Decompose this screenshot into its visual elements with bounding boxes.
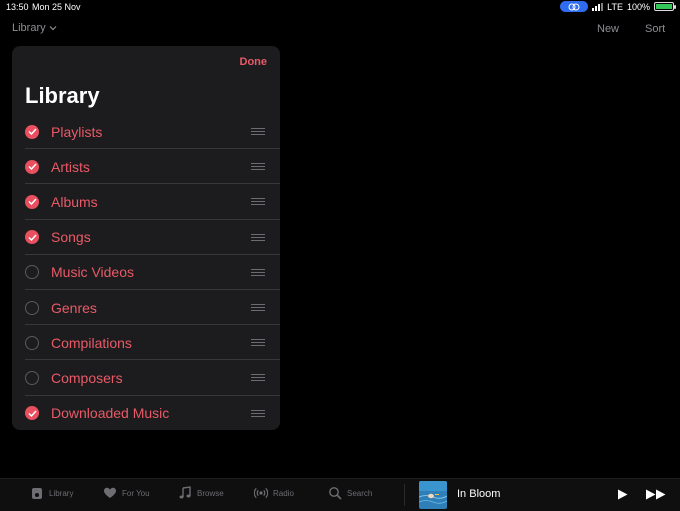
list-item-label: Downloaded Music [51, 405, 170, 422]
sort-button[interactable]: Sort [645, 23, 665, 35]
list-item-label: Compilations [51, 334, 132, 351]
chevron-down-icon [49, 26, 57, 31]
empty-circle-icon[interactable] [25, 335, 39, 350]
status-right: LTE 100% [560, 1, 676, 12]
battery-fill [656, 4, 672, 9]
status-time: 13:50 [6, 2, 29, 12]
signal-icon [592, 2, 604, 11]
library-dropdown-button[interactable]: Library [12, 22, 57, 34]
list-item-label: Music Videos [51, 264, 135, 281]
checkmark-circle-icon[interactable] [25, 194, 39, 209]
library-edit-popover: Done Library Playlists Artists Albums Songs… [12, 46, 280, 430]
list-item[interactable]: Music Videos [25, 255, 280, 290]
list-item-label: Playlists [51, 123, 103, 140]
list-item[interactable]: Artists [25, 149, 280, 185]
fast-forward-icon[interactable] [645, 489, 667, 500]
play-icon[interactable] [617, 489, 628, 500]
list-item[interactable]: Songs [25, 220, 280, 255]
reorder-handle-icon[interactable] [251, 304, 265, 312]
screen-mirroring-icon [560, 1, 589, 12]
status-date: Mon 25 Nov [32, 2, 81, 12]
done-button[interactable]: Done [240, 56, 268, 68]
tab-search-label: Search [347, 488, 373, 498]
list-item-label: Genres [51, 299, 97, 316]
list-item[interactable]: Playlists [25, 114, 280, 150]
reorder-handle-icon[interactable] [251, 198, 265, 206]
album-artwork[interactable] [419, 481, 447, 509]
empty-circle-icon[interactable] [25, 370, 39, 385]
tab-browse-label: Browse [197, 488, 224, 498]
reorder-handle-icon[interactable] [251, 163, 265, 171]
reorder-handle-icon[interactable] [251, 339, 265, 347]
heart-icon [104, 487, 116, 498]
music-note-icon [179, 486, 191, 499]
empty-circle-icon[interactable] [25, 265, 39, 280]
list-item-label: Artists [51, 158, 90, 175]
reorder-handle-icon[interactable] [251, 128, 265, 136]
reorder-handle-icon[interactable] [251, 409, 265, 417]
list-item[interactable]: Composers [25, 360, 280, 396]
list-item-label: Composers [51, 369, 123, 386]
list-item[interactable]: Compilations [25, 325, 280, 361]
battery-percent: 100% [626, 1, 650, 12]
search-icon [329, 487, 342, 500]
list-item[interactable]: Genres [25, 290, 280, 326]
checkmark-circle-icon[interactable] [25, 124, 39, 139]
popover-title: Library [25, 83, 100, 108]
tab-separator [404, 484, 405, 506]
empty-circle-icon[interactable] [25, 300, 39, 315]
checkmark-circle-icon[interactable] [25, 230, 39, 245]
reorder-handle-icon[interactable] [251, 374, 265, 382]
checkmark-circle-icon[interactable] [25, 406, 39, 421]
status-bar: 13:50 Mon 25 Nov LTE 100% [0, 0, 680, 14]
category-list: Playlists Artists Albums Songs Music Videos G… [25, 114, 280, 430]
list-item[interactable]: Downloaded Music [25, 396, 280, 431]
now-playing-title[interactable]: In Bloom [457, 488, 500, 500]
tab-bar: Library For You Browse Radio Search In B… [0, 478, 680, 511]
tab-library[interactable]: Library [30, 486, 73, 500]
list-item-label: Songs [51, 229, 91, 246]
reorder-handle-icon[interactable] [251, 233, 265, 241]
tab-library-label: Library [49, 488, 74, 498]
library-dropdown-label: Library [12, 22, 46, 34]
list-item[interactable]: Albums [25, 184, 280, 220]
tab-search[interactable]: Search [328, 486, 372, 500]
tab-browse[interactable]: Browse [178, 486, 224, 500]
tab-radio[interactable]: Radio [254, 486, 294, 500]
list-item-label: Albums [51, 193, 98, 210]
tab-for-you[interactable]: For You [103, 486, 150, 500]
reorder-handle-icon[interactable] [251, 268, 265, 276]
new-button[interactable]: New [597, 23, 619, 35]
radio-icon [254, 487, 268, 499]
checkmark-circle-icon[interactable] [25, 159, 39, 174]
library-icon [32, 488, 42, 499]
battery-icon [654, 2, 676, 11]
tab-for-you-label: For You [122, 488, 150, 498]
network-label: LTE [607, 1, 623, 12]
tab-radio-label: Radio [273, 488, 294, 498]
